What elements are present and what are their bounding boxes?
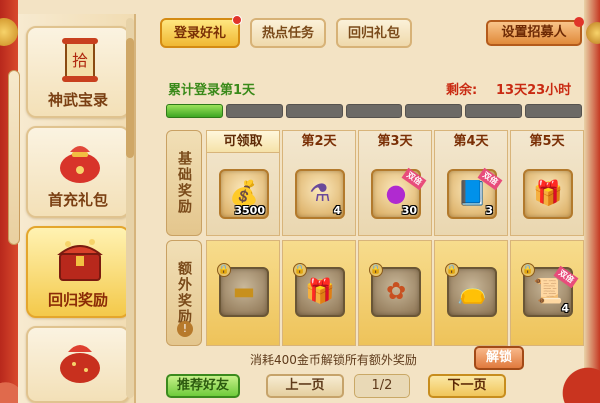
progress-segment bbox=[345, 104, 403, 118]
progress-segment bbox=[405, 104, 463, 118]
reward-item[interactable]: ▬ 🔒 bbox=[217, 263, 269, 317]
lock-icon: 🔒 bbox=[445, 263, 459, 277]
sidebar-scrollbar[interactable] bbox=[126, 18, 134, 398]
scrollbar-thumb[interactable] bbox=[126, 38, 134, 158]
reward-item[interactable]: ✿ 🔒 bbox=[369, 263, 421, 317]
day-label: 第3天 bbox=[377, 134, 413, 149]
basic-reward-cell[interactable]: 可领取 💰 3500 bbox=[206, 130, 280, 236]
tab-label: 回归礼包 bbox=[347, 26, 400, 41]
progress-segment bbox=[525, 104, 583, 118]
potion-bottle-icon: ⚗ bbox=[309, 179, 331, 207]
reward-item[interactable]: 📘 双倍 3 bbox=[447, 167, 503, 219]
login-status: 累计登录第1天 bbox=[168, 83, 256, 98]
button-label: 设置招募人 bbox=[501, 25, 567, 40]
svg-text:拾: 拾 bbox=[72, 51, 88, 70]
progress-segment bbox=[285, 104, 343, 118]
lock-icon: 🔒 bbox=[521, 263, 535, 277]
basic-reward-cell: 第2天 ⚗ 4 bbox=[282, 130, 356, 236]
tab-return-pack[interactable]: 回归礼包 bbox=[336, 18, 412, 48]
basic-reward-cell: 第4天 📘 双倍 3 bbox=[434, 130, 508, 236]
frame-knot-icon bbox=[0, 18, 18, 46]
claimable-label[interactable]: 可领取 bbox=[207, 131, 279, 153]
row-header-label: 基础奖励 bbox=[176, 151, 192, 215]
remaining-label: 剩余: bbox=[446, 83, 478, 98]
info-icon[interactable]: ! bbox=[177, 321, 193, 337]
sidebar-item-label: 回归奖励 bbox=[47, 291, 108, 309]
tab-hot-tasks[interactable]: 热点任务 bbox=[250, 18, 326, 48]
lock-icon: 🔒 bbox=[217, 263, 231, 277]
sidebar-item-lucky-bag[interactable] bbox=[26, 326, 130, 403]
side-collapse-strip[interactable] bbox=[8, 70, 20, 245]
day-label: 第5天 bbox=[529, 134, 565, 149]
tab-label: 热点任务 bbox=[261, 26, 314, 41]
recommend-friend-button[interactable]: 推荐好友 bbox=[166, 374, 240, 398]
item-quantity: 30 bbox=[401, 204, 417, 217]
unlock-note: 消耗400金币解锁所有额外奖励 bbox=[250, 353, 417, 367]
red-bag-icon: 👝 bbox=[457, 277, 487, 305]
reward-item[interactable]: ● 双倍 30 bbox=[371, 167, 427, 219]
prev-page-button[interactable]: 上一页 bbox=[266, 374, 344, 398]
gift-box-icon: 🎁 bbox=[305, 277, 335, 305]
extra-reward-cell[interactable]: ▬ 🔒 bbox=[206, 240, 280, 346]
day-label: 第4天 bbox=[453, 134, 489, 149]
gift-box-icon: 🎁 bbox=[533, 179, 563, 207]
reward-item[interactable]: ⚗ 4 bbox=[295, 169, 345, 219]
notification-dot-icon bbox=[574, 17, 584, 27]
tab-label: 登录好礼 bbox=[173, 26, 226, 41]
item-quantity: 3 bbox=[485, 204, 493, 217]
extra-reward-cell[interactable]: 👝 🔒 bbox=[434, 240, 508, 346]
progress-segment bbox=[166, 104, 223, 118]
row-header-extra: 额外奖励 ! bbox=[166, 240, 202, 346]
item-quantity: 3500 bbox=[234, 204, 265, 217]
extra-reward-cell[interactable]: ✿ 🔒 bbox=[358, 240, 432, 346]
basic-reward-cell: 第5天 🎁 bbox=[510, 130, 584, 236]
item-quantity: 4 bbox=[561, 302, 569, 315]
sidebar-item-label: 首充礼包 bbox=[47, 191, 108, 209]
progress-segment bbox=[465, 104, 523, 118]
reward-item[interactable]: 🎁 bbox=[523, 169, 573, 219]
reward-item[interactable]: 💰 3500 bbox=[219, 169, 269, 219]
scroll-icon: 拾 bbox=[62, 38, 98, 82]
lock-icon: 🔒 bbox=[369, 263, 383, 277]
tab-login-gift[interactable]: 登录好礼 bbox=[160, 15, 242, 48]
sidebar-item-shenwu-baolu[interactable]: 拾 神武宝录 bbox=[26, 26, 130, 118]
row-header-basic: 基础奖励 bbox=[166, 130, 202, 236]
jade-pendant-icon: ✿ bbox=[385, 277, 407, 305]
lucky-bag-icon bbox=[60, 345, 100, 383]
page-indicator: 1/2 bbox=[354, 374, 410, 398]
basic-reward-cell: 第3天 ● 双倍 30 bbox=[358, 130, 432, 236]
lock-icon: 🔒 bbox=[293, 263, 307, 277]
remaining-time: 13天23小时 bbox=[496, 83, 572, 98]
progress-segment bbox=[225, 104, 283, 118]
extra-reward-cell[interactable]: 📜 🔒 双倍 4 bbox=[510, 240, 584, 346]
sidebar-item-label: 神武宝录 bbox=[47, 91, 108, 109]
reward-item[interactable]: 👝 🔒 bbox=[445, 263, 497, 317]
extra-reward-cell[interactable]: 🎁 🔒 bbox=[282, 240, 356, 346]
day-label: 第2天 bbox=[301, 134, 337, 149]
reward-item[interactable]: 📜 🔒 双倍 4 bbox=[521, 263, 579, 317]
sidebar-item-return-reward[interactable]: 回归奖励 bbox=[26, 226, 130, 318]
set-recruiter-button[interactable]: 设置招募人 bbox=[486, 17, 584, 46]
unlock-button[interactable]: 解锁 bbox=[474, 346, 524, 370]
notification-dot-icon bbox=[232, 15, 242, 25]
reward-grid: 基础奖励 额外奖励 ! 可领取 💰 3500 ▬ 🔒 第2天 ⚗ 4 🎁 🔒 第3天 ● 双倍 30 ✿ 🔒 第… bbox=[166, 130, 588, 348]
item-quantity: 4 bbox=[333, 204, 341, 217]
gold-bars-icon: 💰 bbox=[229, 179, 259, 207]
row-header-label: 额外奖励 bbox=[176, 261, 192, 325]
sidebar-item-first-recharge[interactable]: 首充礼包 bbox=[26, 126, 130, 218]
main-panel: 登录好礼 热点任务 回归礼包 设置招募人 累计登录第1天 剩余: 13天23小时… bbox=[146, 8, 592, 403]
reward-item[interactable]: 🎁 🔒 bbox=[293, 263, 345, 317]
treasure-chest-icon bbox=[57, 239, 103, 281]
next-page-button[interactable]: 下一页 bbox=[428, 374, 506, 398]
gold-bar-icon: ▬ bbox=[232, 277, 256, 305]
sidebar: 拾 神武宝录 首充礼包 回归奖励 bbox=[18, 14, 136, 403]
login-progress-bar bbox=[166, 104, 583, 118]
gift-bag-icon bbox=[60, 146, 100, 183]
